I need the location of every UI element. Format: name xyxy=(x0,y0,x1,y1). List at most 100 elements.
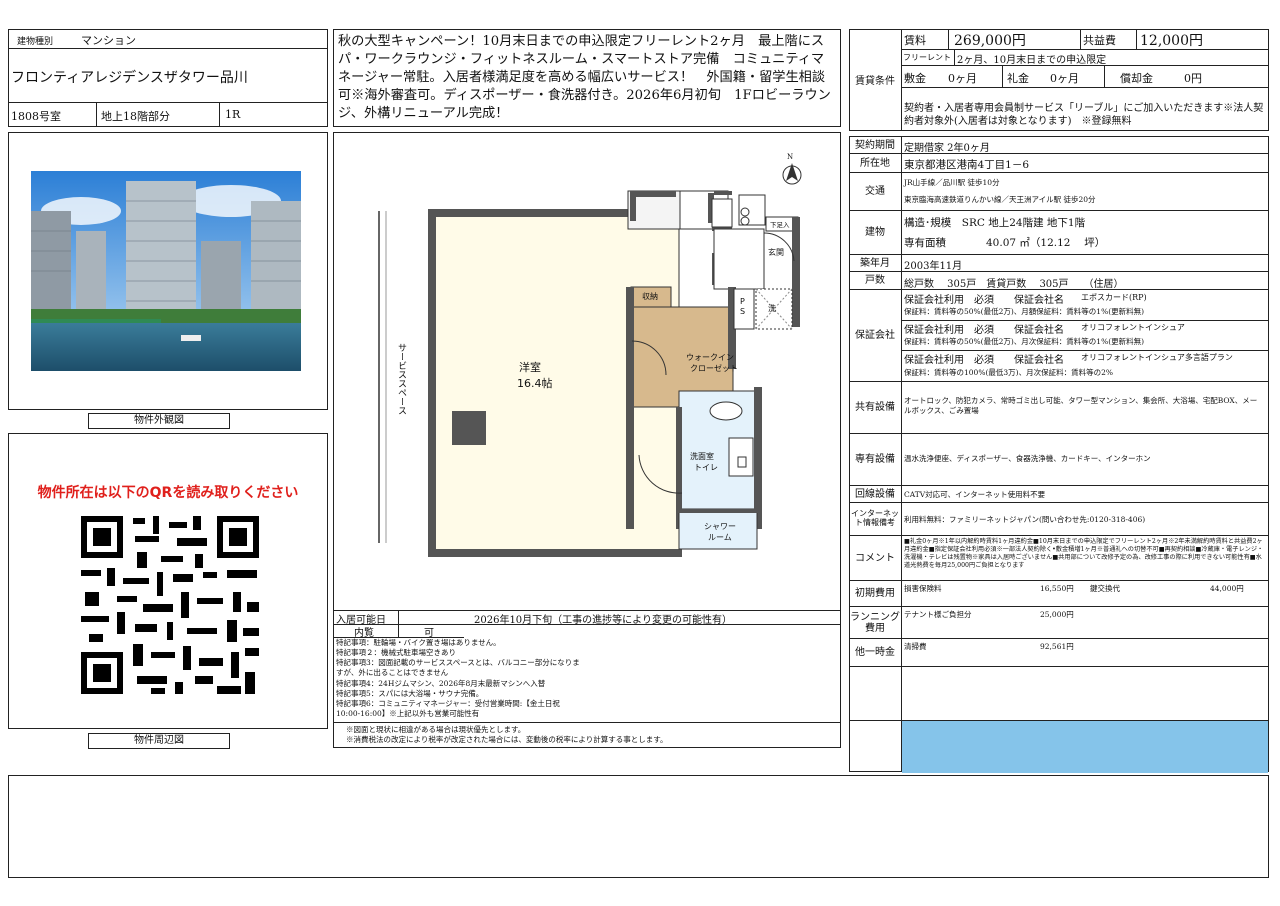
keychange-label: 鍵交換代 xyxy=(1090,584,1120,593)
storage-label: 収納 xyxy=(642,292,658,301)
western-room-size: 16.4帖 xyxy=(517,377,553,390)
common-label: 共有設備 xyxy=(855,402,895,413)
private-label: 専有設備 xyxy=(855,454,895,465)
transit-label: 交通 xyxy=(865,186,885,197)
transit-line-2: 東京臨海高速鉄道りんかい線／天王洲アイル駅 徒歩20分 xyxy=(904,195,1096,204)
running-value: 25,000円 xyxy=(1040,610,1074,619)
toilet-label: トイレ xyxy=(694,463,718,472)
insurance-label: 損害保険料 xyxy=(904,584,942,593)
units-value: 総戸数 305戸 賃貸戸数 305戸 （住居） xyxy=(904,279,1124,290)
property-name: フロンティアレジデンスザタワー品川 xyxy=(11,70,248,86)
floorplan-box: N サービススペース 洋室 16.4帖 収納 ウォークイン クローゼット P S… xyxy=(333,132,841,611)
note-item: 特記事項3：図面記載のサービススペースとは、バルコニー部分になりますが、外に出る… xyxy=(336,658,580,678)
deposit-value: 0ヶ月 xyxy=(948,72,977,85)
line-value: CATV対応可、インターネット使用料不要 xyxy=(904,490,1046,499)
qr-code xyxy=(77,512,263,698)
freerent-label: フリーレント xyxy=(903,53,951,62)
movein-box: 入居可能日 2026年10月下旬（工事の進捗等により変更の可能性有） 内覧 可 … xyxy=(333,611,841,748)
campaign-box: 秋の大型キャンペーン！10月末日までの申込限定フリーレント2ヶ月 最上階にスパ・… xyxy=(333,29,841,127)
service-space-label: サービススペース xyxy=(396,343,406,415)
location-value: 東京都港区港南4丁目1－6 xyxy=(904,159,1030,171)
deposit-label: 敷金 xyxy=(904,72,926,85)
type-value: マンション xyxy=(81,34,136,47)
key-money-value: 0ヶ月 xyxy=(1050,72,1079,85)
guarantee-company: オリコフォレントインシュア多言語プラン xyxy=(1081,353,1233,362)
fee-value: 12,000円 xyxy=(1140,33,1203,49)
note-item: 特記事項5：スパには大浴場・サウナ完備。 xyxy=(336,688,484,698)
comment-value: ■礼金0ヶ月※1年以内解約時賃料1ヶ月違約金■10月末日までの申込限定でフリーレ… xyxy=(904,538,1264,570)
running-item: テナント様ご負担分 xyxy=(904,610,972,619)
internet-value: 利用料無料：ファミリーネットジャパン(問い合わせ先:0120-318-406) xyxy=(904,515,1146,524)
header-box: 建物種別 マンション フロンティアレジデンスザタワー品川 1808号室 地上18… xyxy=(8,29,328,127)
comment-label: コメント xyxy=(855,552,895,564)
qr-box: 物件所在は以下のQRを読み取りください xyxy=(8,433,328,729)
entrance-label: 玄関 xyxy=(768,248,784,257)
floorplan xyxy=(378,163,802,557)
type-label: 建物種別 xyxy=(17,37,54,47)
floor-info: 地上18階部分 xyxy=(101,110,170,123)
guarantee-sub: 保証料：賃料等の50%(最低2万)、月次保証料：賃料等の1%(更新料無) xyxy=(904,337,1145,346)
details-box: 契約期間 定期借家 2年0ヶ月 所在地 東京都港区港南4丁目1－6 交通 JR山… xyxy=(849,136,1269,773)
note-item: 特記事項6：コミュニティマネージャー：受付営業時間:【金土日祝 10:00-16… xyxy=(336,698,560,718)
structure-value: 構造･規模 SRC 地上24階建 地下1階 xyxy=(904,217,1086,229)
rent-value: 269,000円 xyxy=(954,33,1026,49)
area-value: 40.07 ㎡（12.12 坪） xyxy=(986,237,1106,249)
guarantee-label: 保証会社 xyxy=(855,330,895,341)
shower-label-2: ルーム xyxy=(708,533,732,542)
fee-label: 共益費 xyxy=(1083,34,1116,47)
washer-label: 洗 xyxy=(768,304,776,313)
line-label: 回線設備 xyxy=(855,488,895,500)
common-value: オートロック、防犯カメラ、常時ゴミ出し可能、タワー型マンション、集会所、大浴場、… xyxy=(904,396,1258,416)
photo-caption: 物件外観図 xyxy=(88,413,230,429)
running-label: ランニング費用 xyxy=(850,611,900,634)
location-label: 所在地 xyxy=(860,157,890,169)
guarantee-main: 保証会社利用 必須 保証会社名 xyxy=(904,355,1064,366)
guarantee-sub: 保証料：賃料等の50%(最低2万)、月額保証料：賃料等の1%(更新料無) xyxy=(904,307,1145,316)
ps-label: P S xyxy=(740,297,746,316)
note-item: 特記事項4：24Hジムマシン、2026年8月末最新マシンへ入替 xyxy=(336,678,546,688)
viewing-value: 可 xyxy=(424,628,434,639)
footnote-item: ※図面と現状に相違がある場合は現状優先とします。 xyxy=(346,725,526,734)
member-note: 契約者・入居者専用会員制サービス「リーブル」にご加入いただきます※法人契約者対象… xyxy=(904,103,1264,127)
guarantee-company: エポスカード(RP) xyxy=(1081,293,1147,302)
transit-line-1: JR山手線／品川駅 徒歩10分 xyxy=(904,178,1000,187)
built-value: 2003年11月 xyxy=(904,261,963,272)
onetime-value: 92,561円 xyxy=(1040,642,1074,651)
campaign-text: 秋の大型キャンペーン！10月末日までの申込限定フリーレント2ヶ月 最上階にスパ・… xyxy=(338,34,831,121)
footnote-item: ※消費税法の改定により税率が改定された場合には、変動後の税率により計算する事とし… xyxy=(346,735,668,745)
shower-label: シャワー xyxy=(704,522,736,531)
private-value: 温水洗浄便座、ディスポーザー、食器洗浄機、カードキー、インターホン xyxy=(904,454,1151,463)
north-label: N xyxy=(787,153,794,161)
onetime-label: 他一時金 xyxy=(855,647,895,658)
rent-section-label: 賃貸条件 xyxy=(855,76,895,87)
guarantee-main: 保証会社利用 必須 保証会社名 xyxy=(904,295,1064,306)
amortization-value: 0円 xyxy=(1184,72,1202,85)
rent-label: 賃料 xyxy=(904,34,926,47)
contract-label: 契約期間 xyxy=(855,139,895,151)
rent-box: 賃貸条件 賃料 269,000円 共益費 12,000円 フリーレント 2ヶ月、… xyxy=(849,29,1269,131)
note-item: 特記事項２：機械式駐車場空きあり xyxy=(336,648,456,658)
layout-type: 1R xyxy=(225,108,241,121)
bottom-box xyxy=(8,775,1269,878)
movein-value: 2026年10月下旬（工事の進捗等により変更の可能性有） xyxy=(474,615,732,626)
guarantee-company: オリコフォレントインシュア xyxy=(1081,323,1185,332)
contract-value: 定期借家 2年0ヶ月 xyxy=(904,143,990,154)
notes: 特記事項：駐輪場・バイク置き場はありません。 特記事項２：機械式駐車場空きあり … xyxy=(336,638,581,719)
onetime-item: 清掃費 xyxy=(904,642,927,651)
viewing-label: 内覧 xyxy=(354,628,374,639)
qr-title: 物件所在は以下のQRを読み取りください xyxy=(37,485,299,501)
key-money-label: 礼金 xyxy=(1007,72,1029,85)
amortization-label: 償却金 xyxy=(1120,72,1153,85)
guarantee-main: 保証会社利用 必須 保証会社名 xyxy=(904,325,1064,336)
internet-label: インターネット情報備考 xyxy=(851,509,899,527)
keychange-value: 44,000円 xyxy=(1210,584,1244,593)
western-room-label: 洋室 xyxy=(519,361,541,374)
blue-area xyxy=(902,721,1268,773)
footnotes: ※図面と現状に相違がある場合は現状優先とします。 ※消費税法の改定により税率が改… xyxy=(346,725,667,745)
photo-box xyxy=(8,132,328,410)
built-label: 築年月 xyxy=(860,257,890,269)
building-photo xyxy=(31,171,301,371)
building-label: 建物 xyxy=(865,227,885,238)
room-number: 1808号室 xyxy=(11,110,61,123)
initial-label: 初期費用 xyxy=(855,588,895,599)
